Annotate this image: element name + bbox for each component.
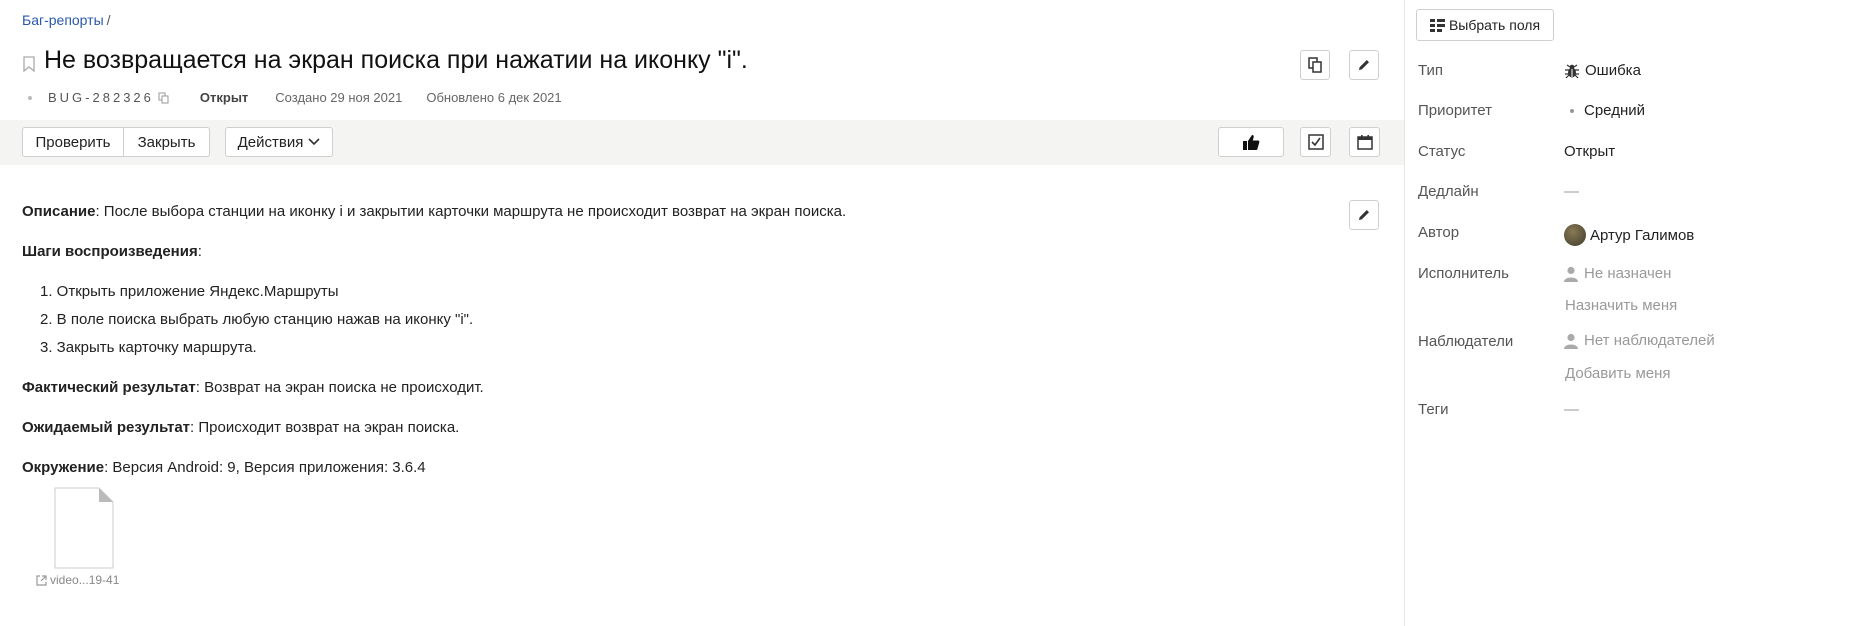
steps-suffix: : xyxy=(197,243,202,260)
env-text: : Версия Android: 9, Версия приложения: … xyxy=(104,459,426,476)
watchers-value: Нет наблюдателей xyxy=(1584,332,1715,349)
list-item: 1. Открыть приложение Яндекс.Маршруты xyxy=(40,283,339,300)
checklist-button[interactable] xyxy=(1300,127,1331,157)
copy-key-icon[interactable] xyxy=(158,92,170,104)
field-value-deadline[interactable]: — xyxy=(1564,183,1579,200)
author-name: Артур Галимов xyxy=(1590,226,1695,244)
close-button[interactable]: Закрыть xyxy=(124,127,210,157)
field-label-author: Автор xyxy=(1418,224,1460,241)
actions-label: Действия xyxy=(237,133,304,151)
field-value-status[interactable]: Открыт xyxy=(1564,143,1615,160)
actual-label: Фактический результат xyxy=(22,379,196,396)
pencil-icon xyxy=(1359,210,1369,220)
env-label: Окружение xyxy=(22,459,105,476)
list-item: 3. Закрыть карточку маршрута. xyxy=(40,339,257,356)
description-text: : После выбора станции на иконку i и зак… xyxy=(95,203,847,220)
chevron-down-icon xyxy=(308,138,320,146)
updated-date: Обновлено 6 дек 2021 xyxy=(426,90,562,105)
attachment-link[interactable]: video...19-41 xyxy=(36,573,119,587)
like-button[interactable] xyxy=(1218,127,1284,157)
field-label-watchers: Наблюдатели xyxy=(1418,333,1514,350)
actual-text: : Возврат на экран поиска не происходит. xyxy=(195,379,484,396)
attachment-name: video...19-41 xyxy=(50,573,120,587)
page-title: Не возвращается на экран поиска при нажа… xyxy=(44,46,748,74)
actions-dropdown[interactable]: Действия xyxy=(225,127,333,157)
calendar-button[interactable] xyxy=(1349,127,1380,157)
status-badge: Открыт xyxy=(199,90,249,105)
assignee-value: Не назначен xyxy=(1584,265,1672,282)
choose-fields-button[interactable]: Выбрать поля xyxy=(1416,9,1554,41)
file-thumbnail-icon[interactable] xyxy=(54,487,114,569)
bug-icon xyxy=(1565,64,1579,78)
pencil-icon xyxy=(1359,60,1369,70)
priority-value: Средний xyxy=(1584,102,1645,119)
field-value-author[interactable]: Артур Галимов xyxy=(1564,224,1694,246)
copy-icon xyxy=(1308,57,1322,73)
checkbox-icon xyxy=(1307,134,1324,150)
copy-link-button[interactable] xyxy=(1300,50,1330,80)
field-label-status: Статус xyxy=(1418,143,1466,160)
meta-dot xyxy=(28,95,32,100)
description-label: Описание xyxy=(22,203,96,220)
avatar xyxy=(1564,224,1586,246)
field-value-priority[interactable]: Средний xyxy=(1564,102,1645,119)
issue-meta: BUG-282326 Открыт Создано 29 ноя 2021 Об… xyxy=(22,90,562,105)
fields-icon xyxy=(1429,18,1445,32)
title-row: Не возвращается на экран поиска при нажа… xyxy=(22,46,748,75)
breadcrumb-link[interactable]: Баг-репорты xyxy=(22,12,104,28)
steps-heading: Шаги воспроизведения: xyxy=(22,242,202,262)
thumbs-up-icon xyxy=(1243,134,1260,150)
priority-dot-icon xyxy=(1570,108,1574,113)
field-value-assignee[interactable]: Не назначен xyxy=(1564,265,1671,282)
expected-label: Ожидаемый результат xyxy=(22,419,191,436)
user-icon xyxy=(1564,266,1578,282)
field-value-watchers[interactable]: Нет наблюдателей xyxy=(1564,332,1715,349)
field-label-type: Тип xyxy=(1418,62,1444,79)
check-button[interactable]: Проверить xyxy=(22,127,124,157)
environment: Окружение: Версия Android: 9, Версия при… xyxy=(22,458,426,478)
action-toolbar: Проверить Закрыть Действия xyxy=(0,120,1404,165)
main-panel: Баг-репорты / Не возвращается на экран по… xyxy=(0,0,1404,626)
field-label-priority: Приоритет xyxy=(1418,102,1492,119)
field-label-deadline: Дедлайн xyxy=(1418,183,1479,200)
type-value: Ошибка xyxy=(1585,62,1641,79)
edit-description-button[interactable] xyxy=(1349,200,1379,230)
issue-key: BUG-282326 xyxy=(48,90,154,105)
steps-label: Шаги воспроизведения xyxy=(22,243,198,260)
assign-me-link[interactable]: Назначить меня xyxy=(1565,297,1677,314)
edit-title-button[interactable] xyxy=(1349,50,1379,80)
add-me-link[interactable]: Добавить меня xyxy=(1565,365,1671,382)
breadcrumb-separator: / xyxy=(106,12,111,28)
field-value-type[interactable]: Ошибка xyxy=(1564,62,1641,79)
calendar-icon xyxy=(1356,135,1373,150)
breadcrumb: Баг-репорты / xyxy=(22,12,111,28)
choose-fields-label: Выбрать поля xyxy=(1448,17,1541,33)
expected-result: Ожидаемый результат: Происходит возврат … xyxy=(22,418,459,438)
list-item: 2. В поле поиска выбрать любую станцию н… xyxy=(40,311,474,328)
user-icon xyxy=(1564,333,1578,349)
field-value-tags[interactable]: — xyxy=(1564,401,1579,418)
description-paragraph: Описание: После выбора станции на иконку… xyxy=(22,202,846,222)
expected-text: : Происходит возврат на экран поиска. xyxy=(190,419,460,436)
created-date: Создано 29 ноя 2021 xyxy=(275,90,403,105)
external-link-icon xyxy=(36,574,47,586)
field-label-tags: Теги xyxy=(1418,401,1449,418)
actual-result: Фактический результат: Возврат на экран … xyxy=(22,378,484,398)
field-label-assignee: Исполнитель xyxy=(1418,265,1509,282)
bookmark-icon[interactable] xyxy=(22,55,36,72)
